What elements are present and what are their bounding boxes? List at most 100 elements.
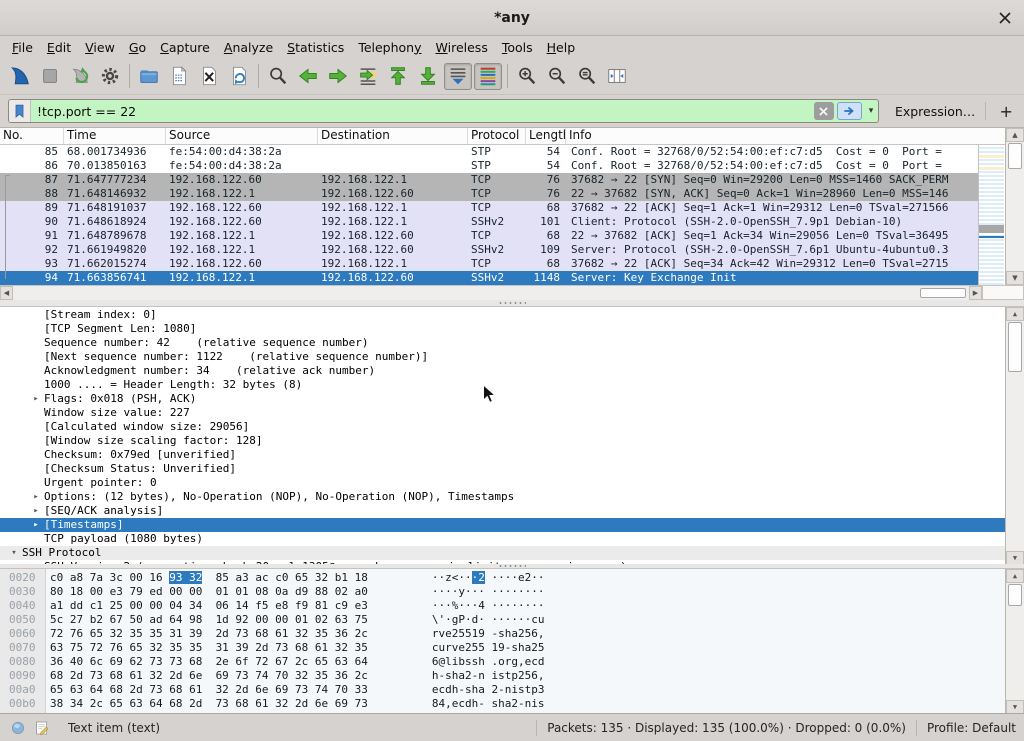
go-to-bottom-button[interactable]: [414, 63, 442, 90]
collapsed-arrow-icon[interactable]: ▸: [28, 504, 44, 518]
menu-edit[interactable]: Edit: [40, 38, 78, 57]
detail-line[interactable]: Urgent pointer: 0: [0, 476, 1005, 490]
reload-file-button[interactable]: [225, 63, 253, 90]
close-file-button[interactable]: [195, 63, 223, 90]
hex-row[interactable]: 006072 76 65 32 35 35 31 39 2d 73 68 61 …: [0, 627, 1005, 641]
autoscroll-button[interactable]: [444, 63, 472, 90]
packet-row-85[interactable]: 8568.001734936fe:54:00:d4:38:2aSTP54Conf…: [0, 145, 978, 159]
expanded-arrow-icon[interactable]: ▾: [6, 546, 22, 560]
go-to-packet-button[interactable]: [354, 63, 382, 90]
filter-apply-button[interactable]: [837, 102, 862, 120]
menu-statistics[interactable]: Statistics: [280, 38, 351, 57]
expert-info-button[interactable]: [8, 718, 28, 738]
hex-ascii[interactable]: 84,ecdh- sha2-nis: [432, 697, 545, 710]
hex-bytes[interactable]: a1 dd c1 25 00 00 04 34 06 14 f5 e8 f9 8…: [50, 599, 368, 612]
filter-input[interactable]: !tcp.port == 22: [31, 104, 814, 119]
hex-row[interactable]: 0040a1 dd c1 25 00 00 04 34 06 14 f5 e8 …: [0, 599, 1005, 613]
menu-analyze[interactable]: Analyze: [217, 38, 280, 57]
close-button[interactable]: [992, 0, 1018, 36]
detail-line[interactable]: [Stream index: 0]: [0, 308, 1005, 322]
hex-ascii[interactable]: curve255 19-sha25: [432, 641, 545, 654]
add-filter-button[interactable]: +: [996, 102, 1016, 121]
hex-bytes[interactable]: 65 63 64 68 2d 73 68 61 32 2d 6e 69 73 7…: [50, 683, 368, 696]
packet-row-92[interactable]: 9271.661949820192.168.122.1192.168.122.6…: [0, 243, 978, 257]
colorize-button[interactable]: [474, 63, 502, 90]
packet-row-88[interactable]: 8871.648146932192.168.122.1192.168.122.6…: [0, 187, 978, 201]
find-packet-button[interactable]: [264, 63, 292, 90]
hex-bytes[interactable]: 5c 27 b2 67 50 ad 64 98 1d 92 00 00 01 0…: [50, 613, 368, 626]
detail-line[interactable]: [Next sequence number: 1122 (relative se…: [0, 350, 1005, 364]
scroll-up-icon[interactable]: ▲: [1006, 128, 1024, 142]
detail-line[interactable]: Acknowledgment number: 34 (relative ack …: [0, 364, 1005, 378]
detail-line[interactable]: ▸[Timestamps]: [0, 518, 1005, 532]
column-header-length[interactable]: Length: [526, 128, 566, 144]
detail-line[interactable]: Checksum: 0x79ed [unverified]: [0, 448, 1005, 462]
capture-comment-button[interactable]: [32, 718, 52, 738]
menu-capture[interactable]: Capture: [153, 38, 217, 57]
hex-ascii[interactable]: ····y··· ········: [432, 585, 545, 598]
packet-row-91[interactable]: 9171.648789678192.168.122.1192.168.122.6…: [0, 229, 978, 243]
detail-line[interactable]: TCP payload (1080 bytes): [0, 532, 1005, 546]
packet-row-94[interactable]: 9471.663856741192.168.122.1192.168.122.6…: [0, 271, 978, 285]
packet-row-89[interactable]: 8971.648191037192.168.122.60192.168.122.…: [0, 201, 978, 215]
filter-bookmark-button[interactable]: [9, 100, 31, 122]
detail-line[interactable]: Sequence number: 42 (relative sequence n…: [0, 336, 1005, 350]
packet-list-hscrollbar[interactable]: ◀ ▶: [0, 285, 982, 300]
detail-line[interactable]: [Window size scaling factor: 128]: [0, 434, 1005, 448]
detail-line[interactable]: [TCP Segment Len: 1080]: [0, 322, 1005, 336]
filter-dropdown-caret[interactable]: ▾: [864, 106, 878, 116]
save-file-button[interactable]: [165, 63, 193, 90]
menu-help[interactable]: Help: [540, 38, 583, 57]
menu-view[interactable]: View: [78, 38, 122, 57]
scrollbar-thumb[interactable]: [1008, 584, 1022, 606]
packet-row-93[interactable]: 9371.662015274192.168.122.60192.168.122.…: [0, 257, 978, 271]
collapsed-arrow-icon[interactable]: ▸: [28, 490, 44, 504]
column-header-source[interactable]: Source: [166, 128, 318, 144]
packet-row-87[interactable]: 8771.647777234192.168.122.60192.168.122.…: [0, 173, 978, 187]
hex-bytes[interactable]: 68 2d 73 68 61 32 2d 6e 69 73 74 70 32 3…: [50, 669, 368, 682]
start-capture-button[interactable]: [6, 63, 34, 90]
collapsed-arrow-icon[interactable]: ▸: [28, 392, 44, 406]
detail-line[interactable]: [Calculated window size: 29056]: [0, 420, 1005, 434]
capture-options-button[interactable]: [96, 63, 124, 90]
hex-ascii[interactable]: ··z<···2 ····e2··: [432, 571, 545, 584]
zoom-original-button[interactable]: [573, 63, 601, 90]
scroll-up-icon[interactable]: ▲: [1006, 569, 1024, 583]
menu-tools[interactable]: Tools: [495, 38, 540, 57]
collapsed-arrow-icon[interactable]: ▸: [28, 518, 44, 532]
hex-bytes[interactable]: 38 34 2c 65 63 64 68 2d 73 68 61 32 2d 6…: [50, 697, 368, 710]
go-forward-button[interactable]: [324, 63, 352, 90]
hex-row[interactable]: 00505c 27 b2 67 50 ad 64 98 1d 92 00 00 …: [0, 613, 1005, 627]
detail-line[interactable]: ▾SSH Protocol: [0, 546, 1005, 560]
scroll-right-icon[interactable]: ▶: [969, 286, 982, 300]
hex-bytes[interactable]: 72 76 65 32 35 35 31 39 2d 73 68 61 32 3…: [50, 627, 368, 640]
packet-list-minimap[interactable]: [978, 145, 1004, 285]
hex-ascii[interactable]: \'·gP·d· ······cu: [432, 613, 545, 626]
detail-line[interactable]: Window size value: 227: [0, 406, 1005, 420]
menu-file[interactable]: File: [5, 38, 40, 57]
column-header-protocol[interactable]: Protocol: [468, 128, 526, 144]
menu-wireless[interactable]: Wireless: [429, 38, 495, 57]
hex-ascii[interactable]: 6@libssh .org,ecd: [432, 655, 545, 668]
column-header-destination[interactable]: Destination: [318, 128, 468, 144]
scroll-down-icon[interactable]: ▼: [1006, 551, 1024, 564]
hex-row[interactable]: 00b038 34 2c 65 63 64 68 2d 73 68 61 32 …: [0, 697, 1005, 711]
status-profile[interactable]: Profile: Default: [927, 721, 1016, 735]
packet-row-90[interactable]: 9071.648618924192.168.122.60192.168.122.…: [0, 215, 978, 229]
restart-capture-button[interactable]: [66, 63, 94, 90]
zoom-out-button[interactable]: [543, 63, 571, 90]
hex-row[interactable]: 007063 75 72 76 65 32 35 35 31 39 2d 73 …: [0, 641, 1005, 655]
detail-line[interactable]: 1000 .... = Header Length: 32 bytes (8): [0, 378, 1005, 392]
resize-columns-button[interactable]: [603, 63, 631, 90]
hex-vscrollbar[interactable]: ▲ ▼: [1005, 569, 1024, 713]
menu-telephony[interactable]: Telephony: [351, 38, 428, 57]
scrollbar-thumb[interactable]: [1008, 322, 1022, 372]
hex-row[interactable]: 003080 18 00 e3 79 ed 00 00 01 01 08 0a …: [0, 585, 1005, 599]
detail-line[interactable]: ▸Options: (12 bytes), No-Operation (NOP)…: [0, 490, 1005, 504]
hex-ascii[interactable]: h-sha2-n istp256,: [432, 669, 545, 682]
hex-bytes[interactable]: 36 40 6c 69 62 73 73 68 2e 6f 72 67 2c 6…: [50, 655, 368, 668]
packet-list-vscrollbar[interactable]: ▲ ▼: [1005, 128, 1024, 285]
filter-clear-button[interactable]: [814, 102, 834, 120]
stop-capture-button[interactable]: [36, 63, 64, 90]
scroll-left-icon[interactable]: ◀: [0, 286, 13, 300]
